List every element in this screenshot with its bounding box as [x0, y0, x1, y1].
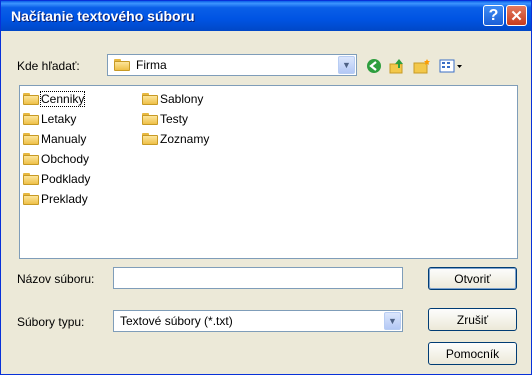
list-item[interactable]: Testy — [142, 109, 188, 129]
open-file-dialog: Načítanie textového súboru ? ✕ Kde hľada… — [0, 0, 532, 375]
filename-label: Názov súboru: — [17, 272, 95, 286]
list-item[interactable]: Preklady — [23, 189, 88, 209]
folder-icon — [23, 173, 39, 185]
folder-icon — [23, 153, 39, 165]
title-bar[interactable]: Načítanie textového súboru ? ✕ — [1, 1, 531, 31]
list-item[interactable]: Podklady — [23, 169, 90, 189]
folder-icon — [23, 93, 39, 105]
cancel-button[interactable]: Zrušiť — [428, 308, 517, 331]
folder-icon — [23, 193, 39, 205]
list-item[interactable]: Obchody — [23, 149, 89, 169]
filetype-combo[interactable]: Textové súbory (*.txt) ▼ — [113, 310, 403, 332]
close-icon[interactable]: ✕ — [506, 5, 527, 26]
view-menu-icon[interactable] — [438, 57, 466, 75]
folder-icon — [142, 113, 158, 125]
folder-icon — [142, 133, 158, 145]
list-item[interactable]: Sablony — [142, 89, 203, 109]
folder-icon — [142, 93, 158, 105]
lookin-label: Kde hľadať: — [17, 59, 80, 73]
help-button[interactable]: Pomocník — [428, 342, 517, 365]
folder-icon — [23, 113, 39, 125]
file-list[interactable]: Cenniky Letaky Manualy Obchody Podklady … — [19, 85, 518, 259]
chevron-down-icon[interactable]: ▼ — [338, 56, 355, 74]
lookin-combo[interactable]: Firma ▼ — [107, 54, 357, 76]
lookin-value: Firma — [136, 58, 167, 72]
filetype-value: Textové súbory (*.txt) — [120, 314, 233, 328]
list-item[interactable]: Cenniky — [23, 89, 86, 109]
open-button[interactable]: Otvoriť — [428, 267, 517, 290]
list-item[interactable]: Zoznamy — [142, 129, 209, 149]
back-icon[interactable] — [365, 57, 383, 75]
filetype-label: Súbory typu: — [17, 315, 85, 329]
help-icon[interactable]: ? — [483, 5, 504, 26]
filename-field[interactable] — [113, 267, 403, 289]
up-folder-icon[interactable] — [388, 57, 406, 75]
list-item[interactable]: Letaky — [23, 109, 76, 129]
folder-icon — [23, 133, 39, 145]
new-folder-icon[interactable] — [413, 57, 431, 75]
chevron-down-icon[interactable]: ▼ — [384, 312, 401, 330]
window-title: Načítanie textového súboru — [11, 8, 195, 24]
list-item[interactable]: Manualy — [23, 129, 86, 149]
folder-icon — [114, 59, 130, 71]
